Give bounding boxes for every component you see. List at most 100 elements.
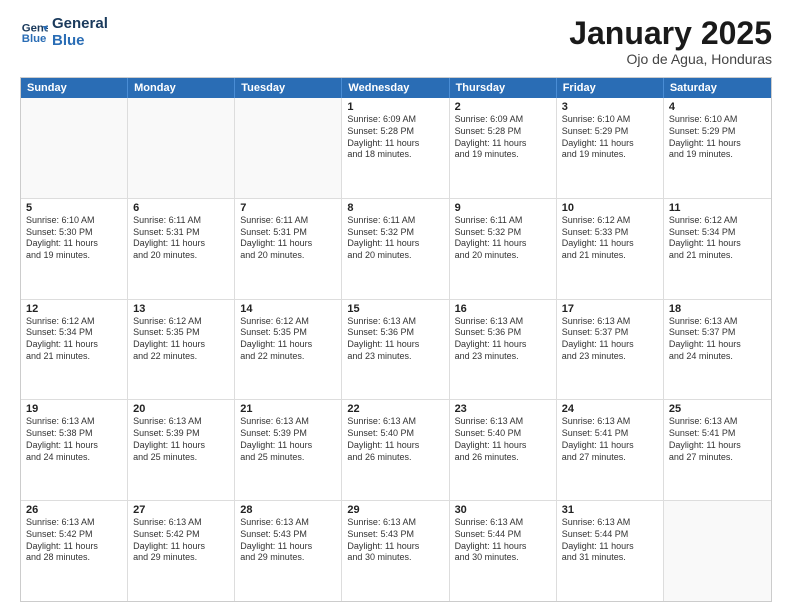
day-info: Sunrise: 6:13 AM Sunset: 5:42 PM Dayligh…: [133, 517, 229, 564]
day-cell: 2Sunrise: 6:09 AM Sunset: 5:28 PM Daylig…: [450, 98, 557, 198]
day-number: 27: [133, 504, 229, 516]
day-info: Sunrise: 6:10 AM Sunset: 5:29 PM Dayligh…: [669, 114, 766, 161]
day-cell: 22Sunrise: 6:13 AM Sunset: 5:40 PM Dayli…: [342, 400, 449, 500]
day-number: 3: [562, 101, 658, 113]
day-number: 18: [669, 303, 766, 315]
day-cell: 9Sunrise: 6:11 AM Sunset: 5:32 PM Daylig…: [450, 199, 557, 299]
day-number: 10: [562, 202, 658, 214]
day-number: 25: [669, 403, 766, 415]
day-number: 17: [562, 303, 658, 315]
day-cell: 14Sunrise: 6:12 AM Sunset: 5:35 PM Dayli…: [235, 300, 342, 400]
day-cell: 13Sunrise: 6:12 AM Sunset: 5:35 PM Dayli…: [128, 300, 235, 400]
day-cell: 1Sunrise: 6:09 AM Sunset: 5:28 PM Daylig…: [342, 98, 449, 198]
day-number: 8: [347, 202, 443, 214]
day-info: Sunrise: 6:13 AM Sunset: 5:41 PM Dayligh…: [562, 416, 658, 463]
day-number: 31: [562, 504, 658, 516]
logo-icon: General Blue: [20, 19, 48, 47]
logo: General Blue General Blue: [20, 16, 108, 49]
day-number: 15: [347, 303, 443, 315]
day-info: Sunrise: 6:13 AM Sunset: 5:44 PM Dayligh…: [562, 517, 658, 564]
day-info: Sunrise: 6:13 AM Sunset: 5:42 PM Dayligh…: [26, 517, 122, 564]
day-info: Sunrise: 6:13 AM Sunset: 5:39 PM Dayligh…: [133, 416, 229, 463]
day-header-friday: Friday: [557, 78, 664, 98]
day-number: 4: [669, 101, 766, 113]
day-cell: 29Sunrise: 6:13 AM Sunset: 5:43 PM Dayli…: [342, 501, 449, 601]
day-cell: 20Sunrise: 6:13 AM Sunset: 5:39 PM Dayli…: [128, 400, 235, 500]
day-info: Sunrise: 6:12 AM Sunset: 5:33 PM Dayligh…: [562, 215, 658, 262]
day-number: 9: [455, 202, 551, 214]
location: Ojo de Agua, Honduras: [569, 51, 772, 67]
day-number: 2: [455, 101, 551, 113]
day-info: Sunrise: 6:13 AM Sunset: 5:40 PM Dayligh…: [455, 416, 551, 463]
month-title: January 2025: [569, 16, 772, 51]
header: General Blue General Blue January 2025 O…: [20, 16, 772, 67]
title-block: January 2025 Ojo de Agua, Honduras: [569, 16, 772, 67]
day-cell: [21, 98, 128, 198]
day-info: Sunrise: 6:12 AM Sunset: 5:34 PM Dayligh…: [26, 316, 122, 363]
page: General Blue General Blue January 2025 O…: [0, 0, 792, 612]
day-info: Sunrise: 6:11 AM Sunset: 5:32 PM Dayligh…: [347, 215, 443, 262]
week-row: 19Sunrise: 6:13 AM Sunset: 5:38 PM Dayli…: [21, 400, 771, 501]
day-cell: 27Sunrise: 6:13 AM Sunset: 5:42 PM Dayli…: [128, 501, 235, 601]
day-cell: 11Sunrise: 6:12 AM Sunset: 5:34 PM Dayli…: [664, 199, 771, 299]
day-info: Sunrise: 6:13 AM Sunset: 5:37 PM Dayligh…: [562, 316, 658, 363]
day-info: Sunrise: 6:13 AM Sunset: 5:44 PM Dayligh…: [455, 517, 551, 564]
day-info: Sunrise: 6:13 AM Sunset: 5:39 PM Dayligh…: [240, 416, 336, 463]
day-info: Sunrise: 6:13 AM Sunset: 5:43 PM Dayligh…: [240, 517, 336, 564]
day-cell: [664, 501, 771, 601]
day-number: 28: [240, 504, 336, 516]
day-cell: 26Sunrise: 6:13 AM Sunset: 5:42 PM Dayli…: [21, 501, 128, 601]
day-number: 29: [347, 504, 443, 516]
day-cell: 7Sunrise: 6:11 AM Sunset: 5:31 PM Daylig…: [235, 199, 342, 299]
day-headers: SundayMondayTuesdayWednesdayThursdayFrid…: [21, 78, 771, 98]
day-cell: 3Sunrise: 6:10 AM Sunset: 5:29 PM Daylig…: [557, 98, 664, 198]
day-cell: 8Sunrise: 6:11 AM Sunset: 5:32 PM Daylig…: [342, 199, 449, 299]
day-number: 14: [240, 303, 336, 315]
day-info: Sunrise: 6:10 AM Sunset: 5:30 PM Dayligh…: [26, 215, 122, 262]
day-cell: 24Sunrise: 6:13 AM Sunset: 5:41 PM Dayli…: [557, 400, 664, 500]
day-number: 26: [26, 504, 122, 516]
day-cell: [235, 98, 342, 198]
logo-blue: Blue: [52, 33, 108, 50]
day-cell: 17Sunrise: 6:13 AM Sunset: 5:37 PM Dayli…: [557, 300, 664, 400]
day-info: Sunrise: 6:10 AM Sunset: 5:29 PM Dayligh…: [562, 114, 658, 161]
day-number: 7: [240, 202, 336, 214]
day-cell: 19Sunrise: 6:13 AM Sunset: 5:38 PM Dayli…: [21, 400, 128, 500]
day-cell: 21Sunrise: 6:13 AM Sunset: 5:39 PM Dayli…: [235, 400, 342, 500]
day-number: 16: [455, 303, 551, 315]
day-info: Sunrise: 6:12 AM Sunset: 5:34 PM Dayligh…: [669, 215, 766, 262]
day-cell: 16Sunrise: 6:13 AM Sunset: 5:36 PM Dayli…: [450, 300, 557, 400]
day-info: Sunrise: 6:11 AM Sunset: 5:31 PM Dayligh…: [240, 215, 336, 262]
day-info: Sunrise: 6:12 AM Sunset: 5:35 PM Dayligh…: [240, 316, 336, 363]
day-header-monday: Monday: [128, 78, 235, 98]
day-info: Sunrise: 6:13 AM Sunset: 5:38 PM Dayligh…: [26, 416, 122, 463]
week-row: 26Sunrise: 6:13 AM Sunset: 5:42 PM Dayli…: [21, 501, 771, 601]
day-header-sunday: Sunday: [21, 78, 128, 98]
day-number: 24: [562, 403, 658, 415]
weeks: 1Sunrise: 6:09 AM Sunset: 5:28 PM Daylig…: [21, 98, 771, 601]
day-header-tuesday: Tuesday: [235, 78, 342, 98]
day-number: 1: [347, 101, 443, 113]
day-number: 23: [455, 403, 551, 415]
day-number: 30: [455, 504, 551, 516]
day-number: 12: [26, 303, 122, 315]
week-row: 12Sunrise: 6:12 AM Sunset: 5:34 PM Dayli…: [21, 300, 771, 401]
day-cell: [128, 98, 235, 198]
day-number: 20: [133, 403, 229, 415]
day-info: Sunrise: 6:13 AM Sunset: 5:36 PM Dayligh…: [347, 316, 443, 363]
day-info: Sunrise: 6:11 AM Sunset: 5:31 PM Dayligh…: [133, 215, 229, 262]
day-info: Sunrise: 6:13 AM Sunset: 5:36 PM Dayligh…: [455, 316, 551, 363]
day-header-saturday: Saturday: [664, 78, 771, 98]
day-cell: 4Sunrise: 6:10 AM Sunset: 5:29 PM Daylig…: [664, 98, 771, 198]
day-cell: 25Sunrise: 6:13 AM Sunset: 5:41 PM Dayli…: [664, 400, 771, 500]
week-row: 5Sunrise: 6:10 AM Sunset: 5:30 PM Daylig…: [21, 199, 771, 300]
day-header-wednesday: Wednesday: [342, 78, 449, 98]
day-number: 19: [26, 403, 122, 415]
day-number: 13: [133, 303, 229, 315]
day-info: Sunrise: 6:09 AM Sunset: 5:28 PM Dayligh…: [347, 114, 443, 161]
svg-text:Blue: Blue: [22, 32, 47, 44]
day-number: 22: [347, 403, 443, 415]
day-info: Sunrise: 6:11 AM Sunset: 5:32 PM Dayligh…: [455, 215, 551, 262]
day-info: Sunrise: 6:12 AM Sunset: 5:35 PM Dayligh…: [133, 316, 229, 363]
day-cell: 15Sunrise: 6:13 AM Sunset: 5:36 PM Dayli…: [342, 300, 449, 400]
